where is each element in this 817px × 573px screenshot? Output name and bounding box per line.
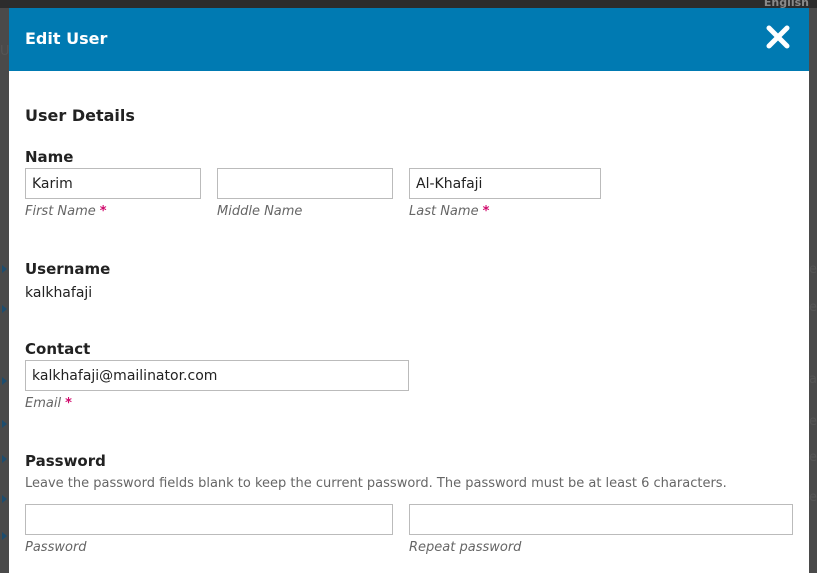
password-label: Password bbox=[25, 452, 106, 470]
middle-name-caption: Middle Name bbox=[217, 204, 303, 219]
background-arrow-icon bbox=[2, 495, 7, 503]
required-mark: * bbox=[65, 396, 72, 411]
edit-user-modal: Edit User User Details Name First Name* … bbox=[9, 8, 809, 573]
username-value: kalkhafaji bbox=[25, 285, 93, 301]
repeat-password-caption: Repeat password bbox=[409, 540, 522, 555]
name-label: Name bbox=[25, 148, 74, 166]
first-name-caption: First Name * bbox=[25, 204, 107, 219]
background-arrow-icon bbox=[2, 377, 7, 385]
password-help-text: Leave the password fields blank to keep … bbox=[25, 476, 727, 491]
background-row-text: e bbox=[809, 262, 817, 277]
last-name-caption: Last Name * bbox=[409, 204, 490, 219]
middle-name-input[interactable] bbox=[217, 168, 393, 199]
modal-title: Edit User bbox=[25, 29, 108, 48]
background-arrow-icon bbox=[2, 420, 7, 428]
repeat-password-input[interactable] bbox=[409, 504, 793, 535]
background-row-text: e bbox=[809, 300, 817, 315]
required-mark: * bbox=[99, 204, 107, 219]
email-field[interactable] bbox=[25, 360, 409, 391]
background-row-text: e bbox=[809, 490, 817, 505]
email-caption: Email * bbox=[25, 396, 72, 411]
background-arrow-icon bbox=[2, 305, 7, 313]
password-caption: Password bbox=[25, 540, 87, 555]
last-name-input[interactable] bbox=[409, 168, 601, 199]
required-mark: * bbox=[482, 204, 490, 219]
contact-label: Contact bbox=[25, 340, 91, 358]
password-input[interactable] bbox=[25, 504, 393, 535]
background-arrow-icon bbox=[2, 455, 7, 463]
username-label: Username bbox=[25, 260, 111, 278]
background-arrow-icon bbox=[2, 532, 7, 540]
first-name-input[interactable] bbox=[25, 168, 201, 199]
background-row-text: e bbox=[809, 414, 817, 429]
background-top-bar bbox=[0, 0, 817, 8]
section-title-user-details: User Details bbox=[25, 106, 135, 125]
modal-header: Edit User bbox=[9, 8, 809, 71]
background-arrow-icon bbox=[2, 265, 7, 273]
close-icon[interactable] bbox=[765, 24, 791, 50]
